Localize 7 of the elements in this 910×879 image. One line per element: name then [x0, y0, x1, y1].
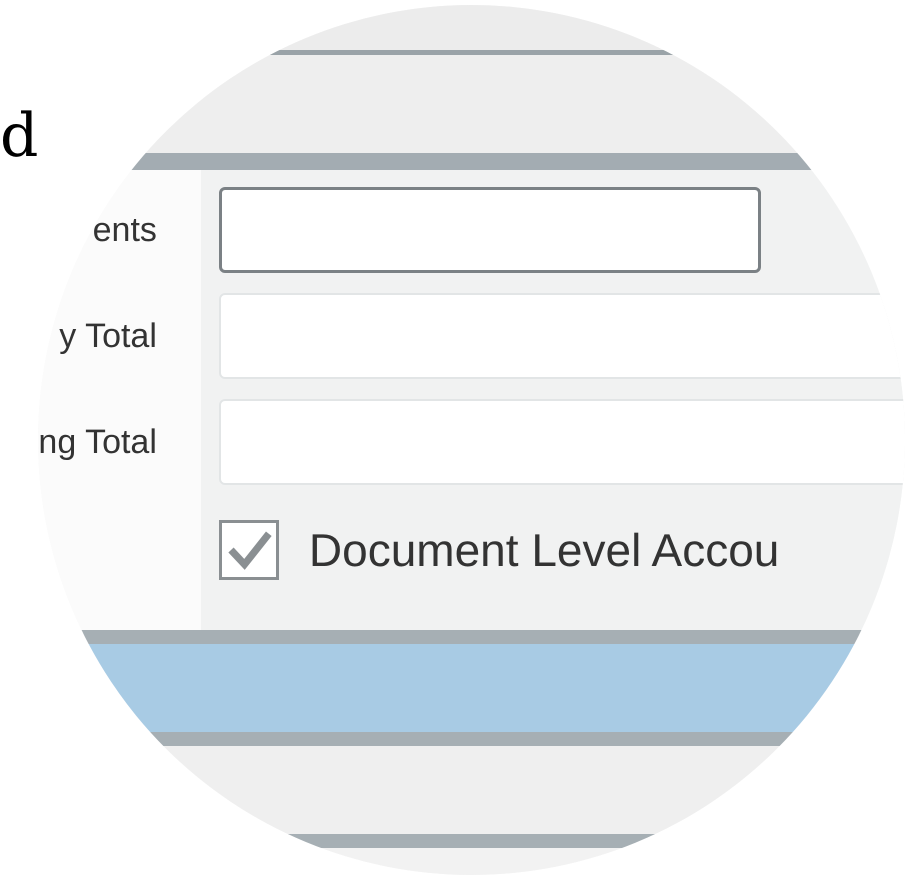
field-label: ng Total	[38, 422, 158, 462]
heading-letter: d	[0, 100, 38, 172]
field-label: ents	[92, 210, 158, 250]
checkbox[interactable]	[218, 520, 279, 580]
input-field[interactable]	[218, 187, 761, 273]
field-label: y Total	[58, 316, 158, 356]
checkbox-label: Document Level Accou	[308, 523, 780, 577]
